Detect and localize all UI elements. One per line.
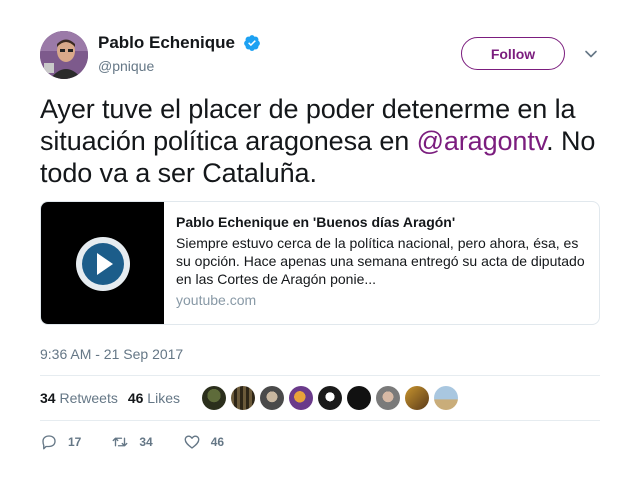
liker-avatar[interactable] (230, 386, 255, 410)
liker-avatar[interactable] (433, 386, 458, 410)
reply-count: 17 (68, 435, 82, 449)
liker-avatar[interactable] (317, 386, 342, 410)
tweet-text: Ayer tuve el placer de poder detenerme e… (40, 93, 600, 189)
liker-avatar[interactable] (259, 386, 284, 410)
liker-avatar[interactable] (404, 386, 429, 410)
likes-stat[interactable]: 46 Likes (128, 390, 180, 406)
tweet-header: Pablo Echenique @pnique Follow (40, 30, 600, 80)
reply-icon (42, 435, 56, 450)
retweet-icon (112, 437, 128, 447)
retweet-button[interactable]: 34 (111, 433, 153, 451)
card-body: Pablo Echenique en 'Buenos días Aragón' … (164, 202, 599, 324)
display-name[interactable]: Pablo Echenique (98, 32, 235, 54)
stats-bar: 34 Retweets 46 Likes (40, 375, 600, 421)
retweets-count: 34 (40, 390, 56, 406)
retweet-count: 34 (139, 435, 153, 449)
card-description: Siempre estuvo cerca de la política naci… (176, 235, 585, 287)
name-block: Pablo Echenique @pnique (98, 32, 261, 75)
card-thumbnail[interactable] (41, 202, 164, 324)
likes-count: 46 (127, 390, 144, 406)
retweets-label: Retweets (59, 390, 118, 406)
heart-icon (184, 435, 200, 449)
like-button[interactable]: 46 (183, 433, 224, 451)
verified-badge-icon (244, 35, 261, 51)
liker-avatar[interactable] (346, 386, 371, 410)
like-count: 46 (210, 435, 225, 449)
play-icon[interactable] (75, 236, 131, 292)
handle[interactable]: @pnique (98, 57, 261, 75)
liker-avatar[interactable] (375, 386, 400, 410)
card-title: Pablo Echenique en 'Buenos días Aragón' (176, 214, 456, 230)
likers-avatars (201, 386, 463, 410)
timestamp[interactable]: 9:36 AM - 21 Sep 2017 (40, 345, 600, 363)
link-card[interactable]: Pablo Echenique en 'Buenos días Aragón' … (40, 201, 600, 325)
liker-avatar[interactable] (201, 386, 226, 410)
retweets-stat[interactable]: 34 Retweets (40, 390, 118, 406)
tweet: Pablo Echenique @pnique Follow Ayer tuve… (40, 30, 600, 451)
avatar[interactable] (40, 31, 88, 79)
likes-label: Likes (147, 390, 180, 406)
mention-link[interactable]: @aragontv (417, 126, 547, 156)
chevron-down-icon[interactable] (584, 47, 598, 61)
follow-button[interactable]: Follow (461, 37, 565, 70)
liker-avatar[interactable] (288, 386, 313, 410)
reply-button[interactable]: 17 (40, 433, 81, 451)
tweet-actions: 17 34 46 (40, 433, 600, 451)
card-domain: youtube.com (176, 292, 257, 308)
